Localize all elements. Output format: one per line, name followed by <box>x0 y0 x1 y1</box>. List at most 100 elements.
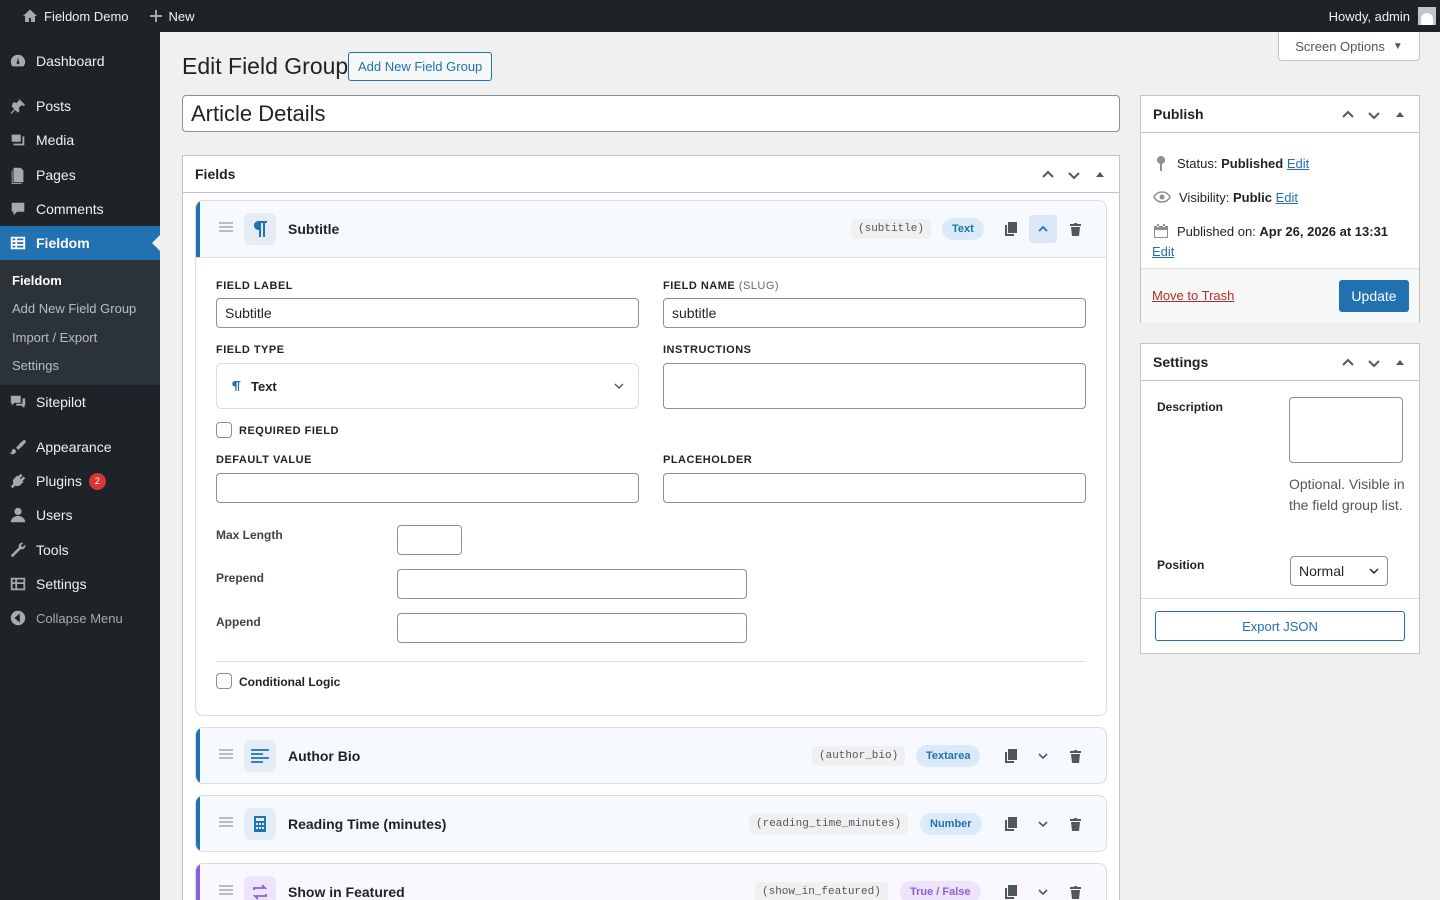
drag-handle-icon[interactable] <box>218 883 234 897</box>
submenu-import-export[interactable]: Import / Export <box>12 330 97 345</box>
submenu-add-new-field-group[interactable]: Add New Field Group <box>12 301 136 316</box>
move-down-icon[interactable] <box>1361 102 1387 128</box>
duplicate-icon[interactable] <box>997 810 1025 838</box>
drag-handle-icon[interactable] <box>218 815 234 829</box>
menu-plugins[interactable]: Plugins 2 <box>0 464 160 498</box>
menu-comments[interactable]: Comments <box>0 192 160 226</box>
field-name-label: Field Name (slug) <box>663 280 779 292</box>
field-slug: (show_in_featured) <box>755 882 888 900</box>
publish-box-title: Publish <box>1153 106 1204 122</box>
field-type-badge: Textarea <box>916 745 981 767</box>
max-length-label: Max Length <box>216 528 283 542</box>
field-card-header[interactable]: Author Bio (author_bio) Textarea <box>196 728 1106 783</box>
drag-handle-icon[interactable] <box>218 220 234 234</box>
add-new-field-group-button[interactable]: Add New Field Group <box>348 52 493 81</box>
field-name-input[interactable]: subtitle <box>663 298 1086 328</box>
pin-icon <box>8 96 28 116</box>
edit-visibility-link[interactable]: Edit <box>1276 190 1298 205</box>
collapse-menu[interactable]: Collapse Menu <box>0 601 160 635</box>
delete-icon[interactable] <box>1061 742 1089 770</box>
field-group-title-input[interactable]: Article Details <box>182 95 1120 132</box>
menu-fieldom[interactable]: Fieldom <box>0 226 160 260</box>
toggle-panel-icon[interactable] <box>1087 162 1113 188</box>
field-card-header[interactable]: Reading Time (minutes) (reading_time_min… <box>196 796 1106 851</box>
delete-icon[interactable] <box>1061 810 1089 838</box>
expand-field-icon[interactable] <box>1029 878 1057 900</box>
menu-label: Users <box>36 507 73 523</box>
field-card-subtitle: Subtitle (subtitle) Text Field Label Sub… <box>195 200 1107 716</box>
wrench-icon <box>8 540 28 560</box>
menu-dashboard[interactable]: Dashboard <box>0 44 160 78</box>
append-label: Append <box>216 615 261 629</box>
description-textarea[interactable] <box>1289 397 1403 463</box>
settings-box-header: Settings <box>1141 344 1419 381</box>
duplicate-icon[interactable] <box>997 878 1025 900</box>
move-down-icon[interactable] <box>1361 350 1387 376</box>
default-value-input[interactable] <box>216 473 639 503</box>
instructions-textarea[interactable] <box>663 363 1086 409</box>
toggle-panel-icon[interactable] <box>1387 102 1413 128</box>
conditional-logic-checkbox[interactable] <box>216 673 232 689</box>
menu-pages[interactable]: Pages <box>0 158 160 192</box>
append-input[interactable] <box>397 613 747 643</box>
plus-icon <box>149 10 162 22</box>
collapse-icon <box>8 608 28 628</box>
field-slug: (author_bio) <box>812 746 906 766</box>
position-select[interactable]: Normal <box>1290 556 1388 586</box>
menu-users[interactable]: Users <box>0 498 160 532</box>
menu-media[interactable]: Media <box>0 123 160 157</box>
fields-box-title: Fields <box>195 166 236 182</box>
fieldom-submenu: Fieldom Add New Field Group Import / Exp… <box>0 260 160 385</box>
screen-options-button[interactable]: Screen Options ▼ <box>1278 32 1420 61</box>
export-json-button[interactable]: Export JSON <box>1155 611 1405 641</box>
duplicate-icon[interactable] <box>997 742 1025 770</box>
drag-handle-icon[interactable] <box>218 747 234 761</box>
update-button[interactable]: Update <box>1339 280 1409 312</box>
menu-appearance[interactable]: Appearance <box>0 430 160 464</box>
textarea-icon <box>244 740 276 772</box>
pin-icon <box>1157 156 1165 171</box>
menu-sitepilot[interactable]: Sitepilot <box>0 385 160 419</box>
menu-label: Pages <box>36 167 76 183</box>
menu-label: Comments <box>36 201 104 217</box>
field-label-input[interactable]: Subtitle <box>216 298 639 328</box>
max-length-input[interactable] <box>397 525 462 555</box>
field-type-select[interactable]: Text <box>216 363 639 409</box>
submenu-fieldom[interactable]: Fieldom <box>12 273 62 288</box>
status-value: Published <box>1221 155 1284 171</box>
prepend-input[interactable] <box>397 569 747 599</box>
default-value-label: Default Value <box>216 454 312 466</box>
edit-status-link[interactable]: Edit <box>1287 156 1309 171</box>
collapse-field-icon[interactable] <box>1029 215 1057 243</box>
move-to-trash-link[interactable]: Move to Trash <box>1152 288 1234 303</box>
edit-date-link[interactable]: Edit <box>1152 244 1174 259</box>
menu-settings[interactable]: Settings <box>0 567 160 601</box>
delete-icon[interactable] <box>1061 215 1089 243</box>
expand-field-icon[interactable] <box>1029 742 1057 770</box>
collapse-label: Collapse Menu <box>36 610 123 626</box>
expand-field-icon[interactable] <box>1029 810 1057 838</box>
account-menu[interactable]: Howdy, admin <box>1321 0 1440 32</box>
page-title: Edit Field Group <box>182 53 349 79</box>
move-up-icon[interactable] <box>1035 162 1061 188</box>
delete-icon[interactable] <box>1061 878 1089 900</box>
field-card-header[interactable]: Show in Featured (show_in_featured) True… <box>196 864 1106 900</box>
duplicate-icon[interactable] <box>997 215 1025 243</box>
site-name-link[interactable]: Fieldom Demo <box>0 0 137 32</box>
screen-options-label: Screen Options <box>1295 38 1385 54</box>
menu-label: Tools <box>36 542 69 558</box>
move-up-icon[interactable] <box>1335 102 1361 128</box>
menu-posts[interactable]: Posts <box>0 89 160 123</box>
placeholder-input[interactable] <box>663 473 1086 503</box>
toggle-panel-icon[interactable] <box>1387 350 1413 376</box>
admin-bar: Fieldom Demo New Howdy, admin <box>0 0 1440 32</box>
paragraph-icon <box>244 213 276 245</box>
field-card-header[interactable]: Subtitle (subtitle) Text <box>196 201 1106 257</box>
submenu-settings[interactable]: Settings <box>12 358 59 373</box>
move-down-icon[interactable] <box>1061 162 1087 188</box>
menu-tools[interactable]: Tools <box>0 533 160 567</box>
new-content-link[interactable]: New <box>141 0 203 32</box>
move-up-icon[interactable] <box>1335 350 1361 376</box>
required-checkbox[interactable] <box>216 422 232 438</box>
menu-label: Sitepilot <box>36 394 86 410</box>
